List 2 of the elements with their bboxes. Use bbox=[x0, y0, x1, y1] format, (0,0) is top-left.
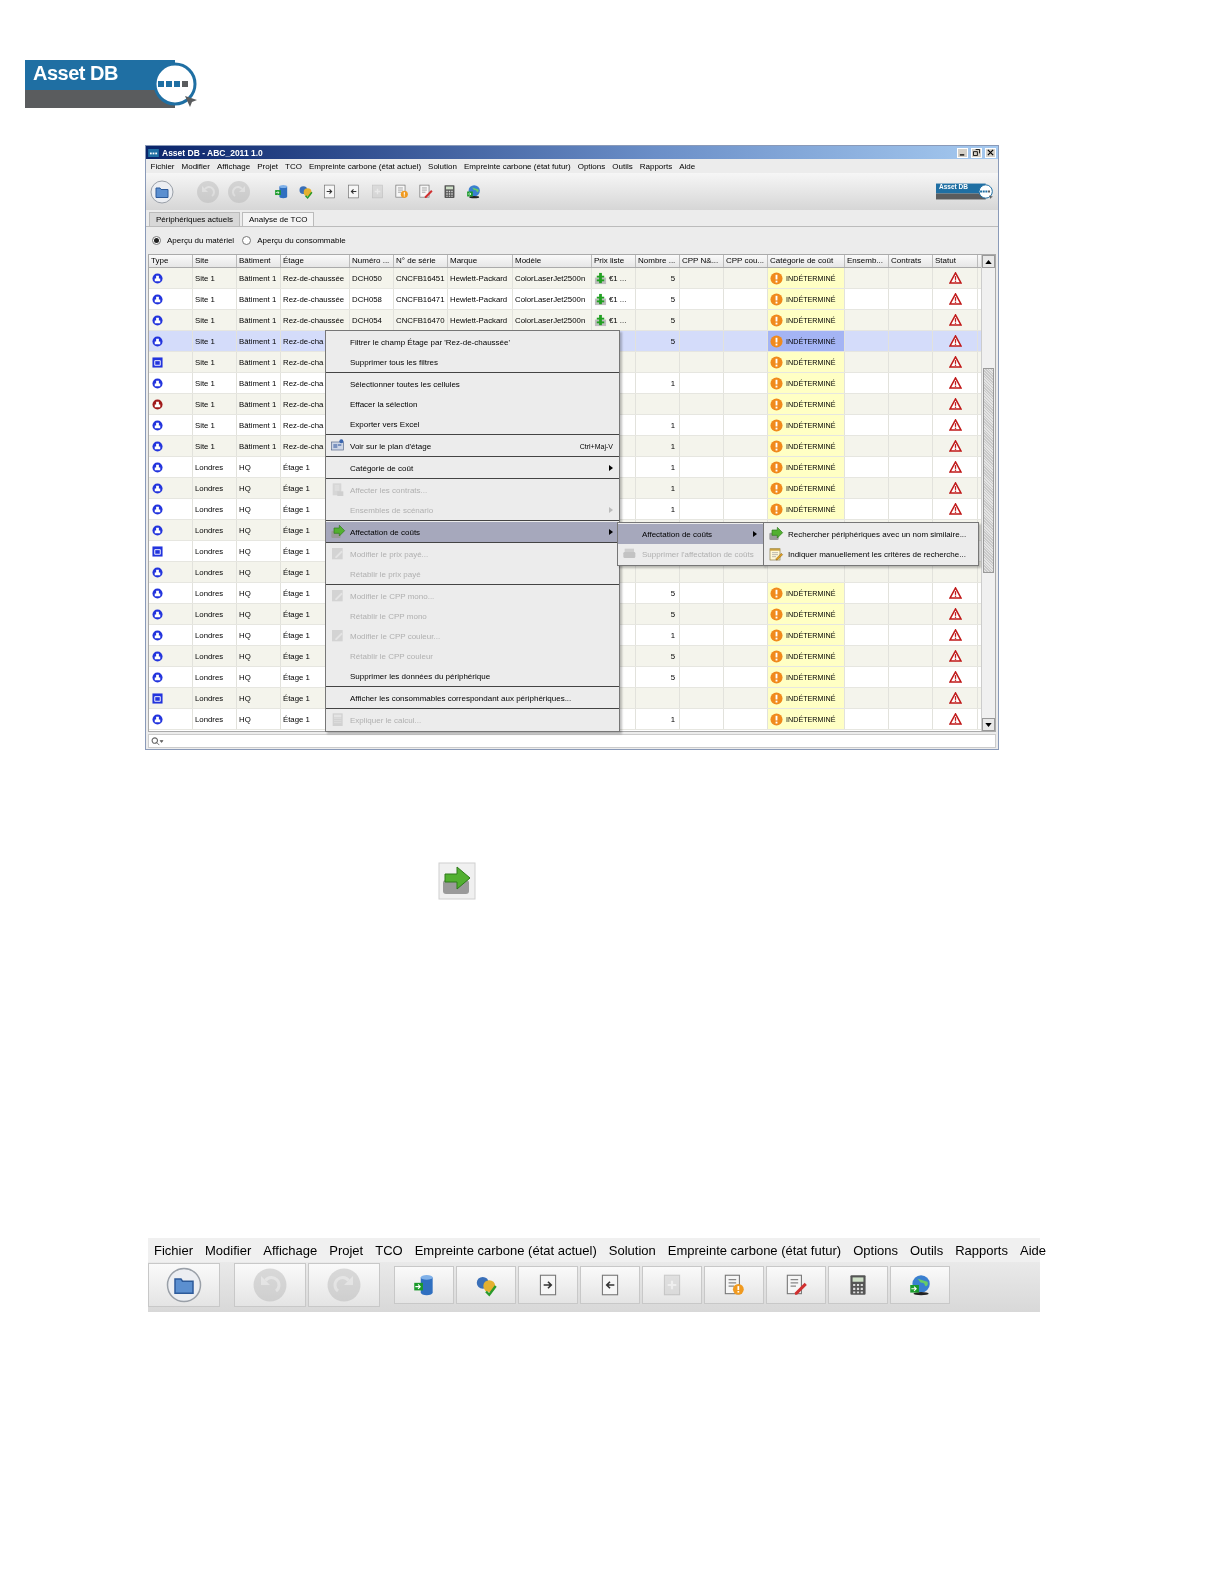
window-title: Asset DB - ABC_2011 1.0 bbox=[162, 147, 264, 158]
logo-text: Asset DB bbox=[33, 62, 118, 85]
